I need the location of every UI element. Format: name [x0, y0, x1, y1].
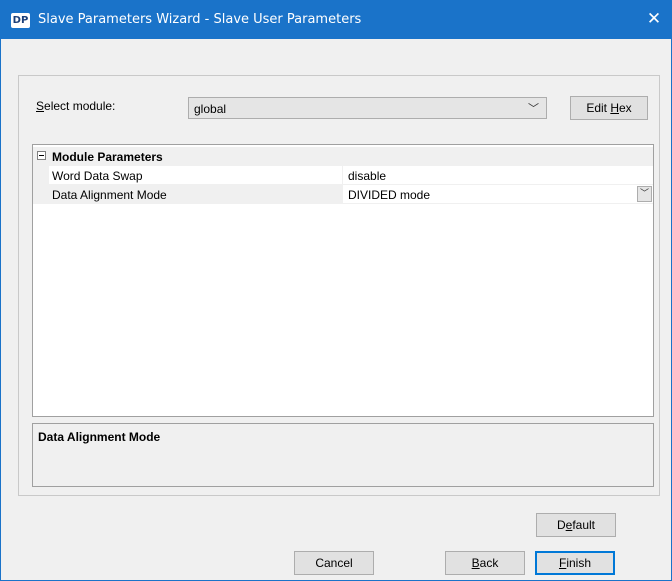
property-value[interactable]: disable — [348, 169, 386, 183]
description-title: Data Alignment Mode — [38, 430, 161, 444]
property-name: Data Alignment Mode — [52, 188, 167, 202]
wizard-window: DP Slave Parameters Wizard - Slave User … — [0, 0, 672, 581]
module-dropdown-value: global — [194, 102, 227, 116]
app-logo-icon: DP — [11, 13, 30, 28]
title-bar[interactable]: DP Slave Parameters Wizard - Slave User … — [1, 1, 671, 39]
property-name: Word Data Swap — [52, 169, 143, 183]
select-module-label: Select module: — [36, 99, 116, 113]
chevron-down-icon[interactable]: ﹀ — [637, 186, 652, 202]
description-box: Data Alignment Mode — [32, 423, 654, 487]
back-button[interactable]: Back — [445, 551, 525, 575]
edit-hex-button[interactable]: Edit Hex — [570, 96, 648, 120]
close-icon[interactable]: ✕ — [645, 10, 663, 28]
finish-button[interactable]: Finish — [535, 551, 615, 575]
cancel-button[interactable]: Cancel — [294, 551, 374, 575]
category-row[interactable]: Module Parameters — [33, 147, 653, 166]
category-label: Module Parameters — [52, 150, 163, 164]
window-title: Slave Parameters Wizard - Slave User Par… — [38, 12, 362, 27]
chevron-down-icon: ﹀ — [528, 102, 539, 115]
property-row-word-data-swap[interactable]: Word Data Swap disable — [33, 166, 653, 185]
property-row-data-alignment-mode[interactable]: Data Alignment Mode DIVIDED mode ﹀ — [33, 185, 653, 204]
property-value[interactable]: DIVIDED mode — [348, 188, 430, 202]
collapse-icon[interactable] — [37, 151, 46, 160]
default-button[interactable]: Default — [536, 513, 616, 537]
module-dropdown[interactable]: global ﹀ — [188, 97, 547, 119]
property-grid: Module Parameters Word Data Swap disable… — [32, 144, 654, 417]
